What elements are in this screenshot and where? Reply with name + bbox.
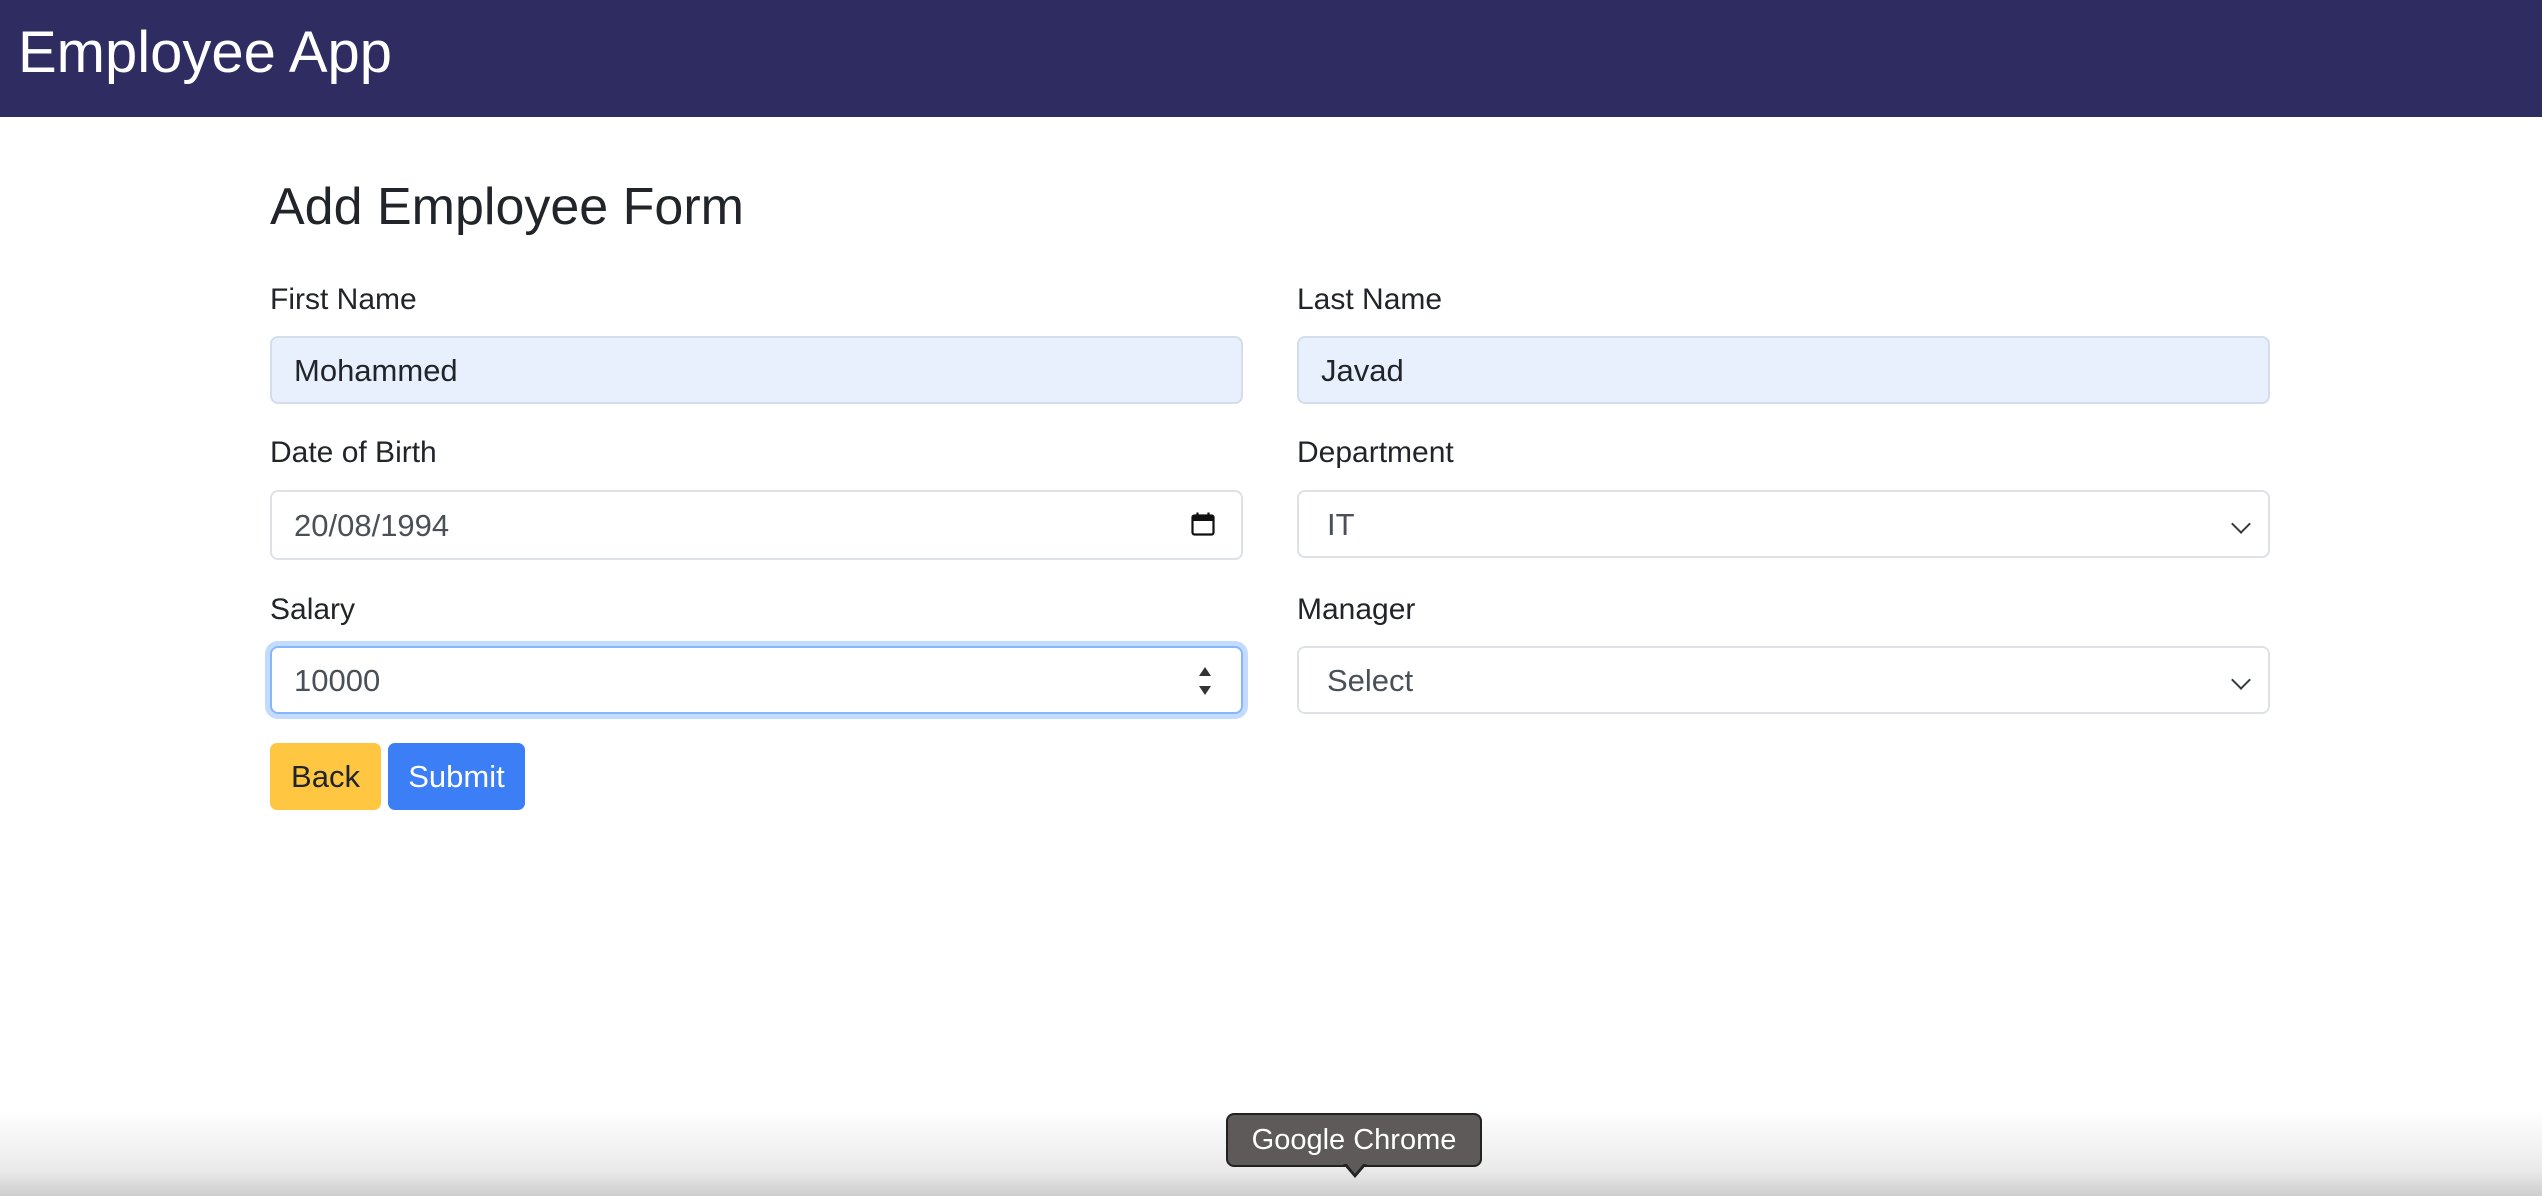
manager-selected-value: Select	[1327, 663, 1414, 698]
first-name-input[interactable]: Mohammed	[270, 336, 1243, 404]
chevron-down-icon	[2231, 670, 2251, 690]
manager-label: Manager	[1297, 593, 1416, 626]
tooltip-arrow-fill	[1346, 1163, 1364, 1174]
date-of-birth-input[interactable]: 20/08/1994	[270, 490, 1243, 560]
dock-tooltip: Google Chrome	[1226, 1113, 1482, 1167]
last-name-value: Javad	[1321, 353, 1404, 388]
navbar: Employee App	[0, 0, 2542, 117]
department-select[interactable]: IT	[1297, 490, 2270, 558]
page-title: Add Employee Form	[270, 178, 744, 236]
department-selected-value: IT	[1327, 507, 1355, 542]
date-of-birth-value: 20/08/1994	[294, 508, 450, 543]
last-name-input[interactable]: Javad	[1297, 336, 2270, 404]
manager-select[interactable]: Select	[1297, 646, 2270, 714]
salary-value: 10000	[294, 663, 381, 698]
first-name-label: First Name	[270, 283, 417, 316]
date-of-birth-label: Date of Birth	[270, 436, 437, 469]
back-button[interactable]: Back	[270, 743, 381, 810]
calendar-icon[interactable]	[1191, 512, 1215, 536]
salary-input[interactable]: 10000	[270, 646, 1243, 714]
chevron-down-icon	[2231, 514, 2251, 534]
app-brand[interactable]: Employee App	[18, 14, 392, 92]
salary-label: Salary	[270, 593, 356, 626]
department-label: Department	[1297, 436, 1454, 469]
last-name-label: Last Name	[1297, 283, 1443, 316]
first-name-value: Mohammed	[294, 353, 458, 388]
submit-button[interactable]: Submit	[388, 743, 525, 810]
number-stepper-icon[interactable]	[1195, 661, 1215, 701]
